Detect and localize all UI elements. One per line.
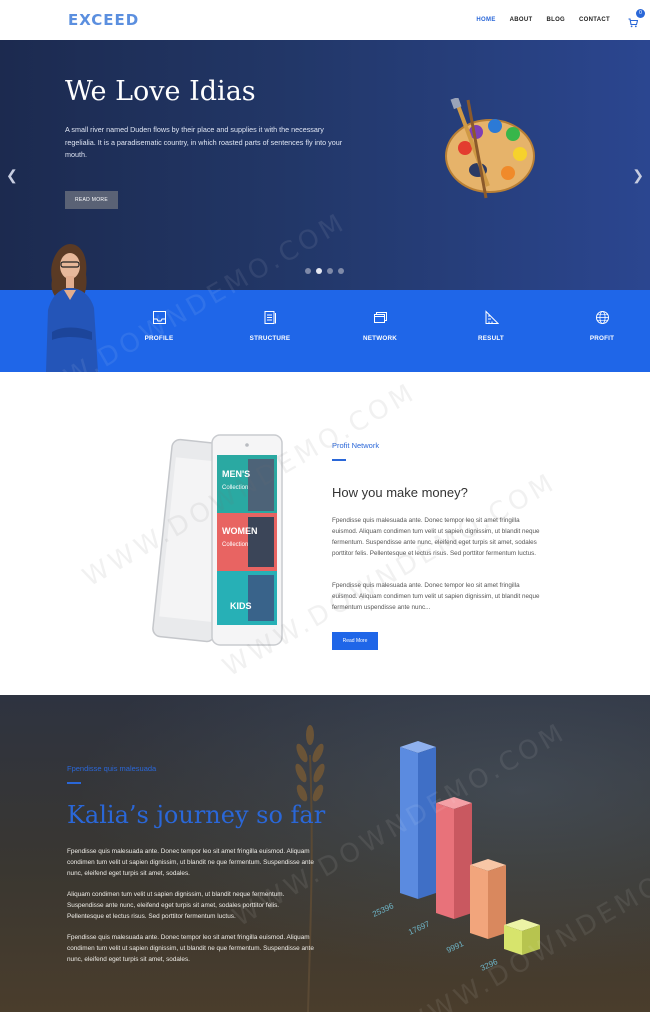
- money-divider: [332, 459, 346, 461]
- bar-1-value: 25396: [371, 901, 395, 919]
- bar-1-side: [418, 747, 436, 899]
- journey-paragraph-2: Aliquam condimen tum velit ut sapien dig…: [67, 891, 285, 920]
- money-read-more-button[interactable]: Read More: [332, 632, 378, 650]
- phone-women-collection: Collection: [222, 542, 248, 548]
- money-paragraph-2: Fpendisse quis malesuada ante. Donec tem…: [332, 582, 540, 611]
- bar-2-side: [454, 803, 472, 919]
- slider-dot[interactable]: [305, 268, 311, 274]
- feature-profile[interactable]: PROFILE: [124, 310, 194, 342]
- inbox-icon: [152, 311, 166, 324]
- journey-title: Kalia’s journey so far: [67, 801, 326, 829]
- slider-dot[interactable]: [338, 268, 344, 274]
- feature-network[interactable]: NETWORK: [345, 310, 415, 342]
- nav-contact[interactable]: CONTACT: [579, 17, 610, 23]
- journey-divider: [67, 782, 81, 784]
- bar-2-front: [436, 803, 454, 919]
- phone-mens-collection: Collection: [222, 485, 248, 491]
- site-logo[interactable]: EXCEED: [68, 11, 139, 29]
- bar-2-value: 17697: [407, 919, 431, 937]
- woman-photo: [46, 244, 98, 372]
- journey-paragraph-1: Fpendisse quis malesuada ante. Donec tem…: [67, 848, 314, 877]
- bar-3-value: 9991: [445, 939, 465, 955]
- money-eyebrow: Profit Network: [332, 441, 380, 450]
- money-title: How you make money?: [332, 485, 468, 500]
- hero-read-more-button[interactable]: READ MORE: [65, 191, 118, 209]
- 3d-bar-chart-illustration: 25396 17697 9991 3296: [371, 741, 540, 973]
- feature-profit[interactable]: PROFIT: [567, 310, 637, 342]
- journey-paragraph-3: Fpendisse quis malesuada ante. Donec tem…: [67, 934, 314, 963]
- hero-text: A small river named Duden flows by their…: [65, 125, 343, 160]
- bar-3-side: [488, 865, 506, 939]
- slider-prev-arrow-icon[interactable]: ❮: [6, 168, 18, 182]
- paint-palette-illustration: [445, 98, 535, 199]
- feature-label: RESULT: [478, 335, 504, 342]
- feature-label: STRUCTURE: [249, 335, 291, 342]
- profit-network-section: MEN'S Collection WOMEN Collection KIDS P…: [0, 372, 650, 695]
- nav-blog[interactable]: BLOG: [546, 17, 565, 23]
- page: EXCEED HOME ABOUT BLOG CONTACT 0 We Love…: [0, 0, 650, 1012]
- feature-result[interactable]: RESULT: [456, 310, 526, 342]
- phone-women-label: WOMEN: [222, 526, 258, 536]
- bar-4-value: 3296: [479, 957, 499, 973]
- hero-title: We Love Idias: [65, 76, 256, 107]
- nav-about[interactable]: ABOUT: [510, 17, 533, 23]
- cart-icon: [628, 18, 639, 28]
- nav-home[interactable]: HOME: [476, 17, 495, 23]
- journey-eyebrow: Fpendisse quis malesuada: [67, 764, 157, 773]
- feature-label: NETWORK: [363, 335, 397, 342]
- site-header: EXCEED HOME ABOUT BLOG CONTACT 0: [0, 0, 650, 40]
- cart-button[interactable]: 0: [628, 9, 645, 28]
- journey-section: Fpendisse quis malesuada Kalia’s journey…: [0, 695, 650, 1012]
- windows-icon: [373, 312, 387, 323]
- main-nav: HOME ABOUT BLOG CONTACT 0: [476, 9, 645, 28]
- feature-label: PROFILE: [144, 335, 174, 342]
- document-icon: [264, 311, 276, 324]
- cart-count-badge: 0: [636, 9, 645, 18]
- bar-1-front: [400, 747, 418, 899]
- slider-next-arrow-icon[interactable]: ❯: [632, 168, 644, 182]
- smartphone-illustration: MEN'S Collection WOMEN Collection KIDS: [152, 434, 283, 646]
- ruler-icon: [485, 310, 499, 324]
- phone-kids-label: KIDS: [230, 601, 252, 611]
- slider-dot[interactable]: [327, 268, 333, 274]
- feature-structure[interactable]: STRUCTURE: [235, 310, 305, 342]
- globe-icon: [595, 311, 609, 324]
- feature-label: PROFIT: [589, 335, 615, 342]
- money-paragraph-1: Fpendisse quis malesuada ante. Donec tem…: [332, 517, 540, 557]
- bar-3-front: [470, 865, 488, 939]
- phone-mens-label: MEN'S: [222, 469, 250, 479]
- slider-dots: [305, 268, 344, 274]
- slider-dot-active[interactable]: [316, 268, 322, 274]
